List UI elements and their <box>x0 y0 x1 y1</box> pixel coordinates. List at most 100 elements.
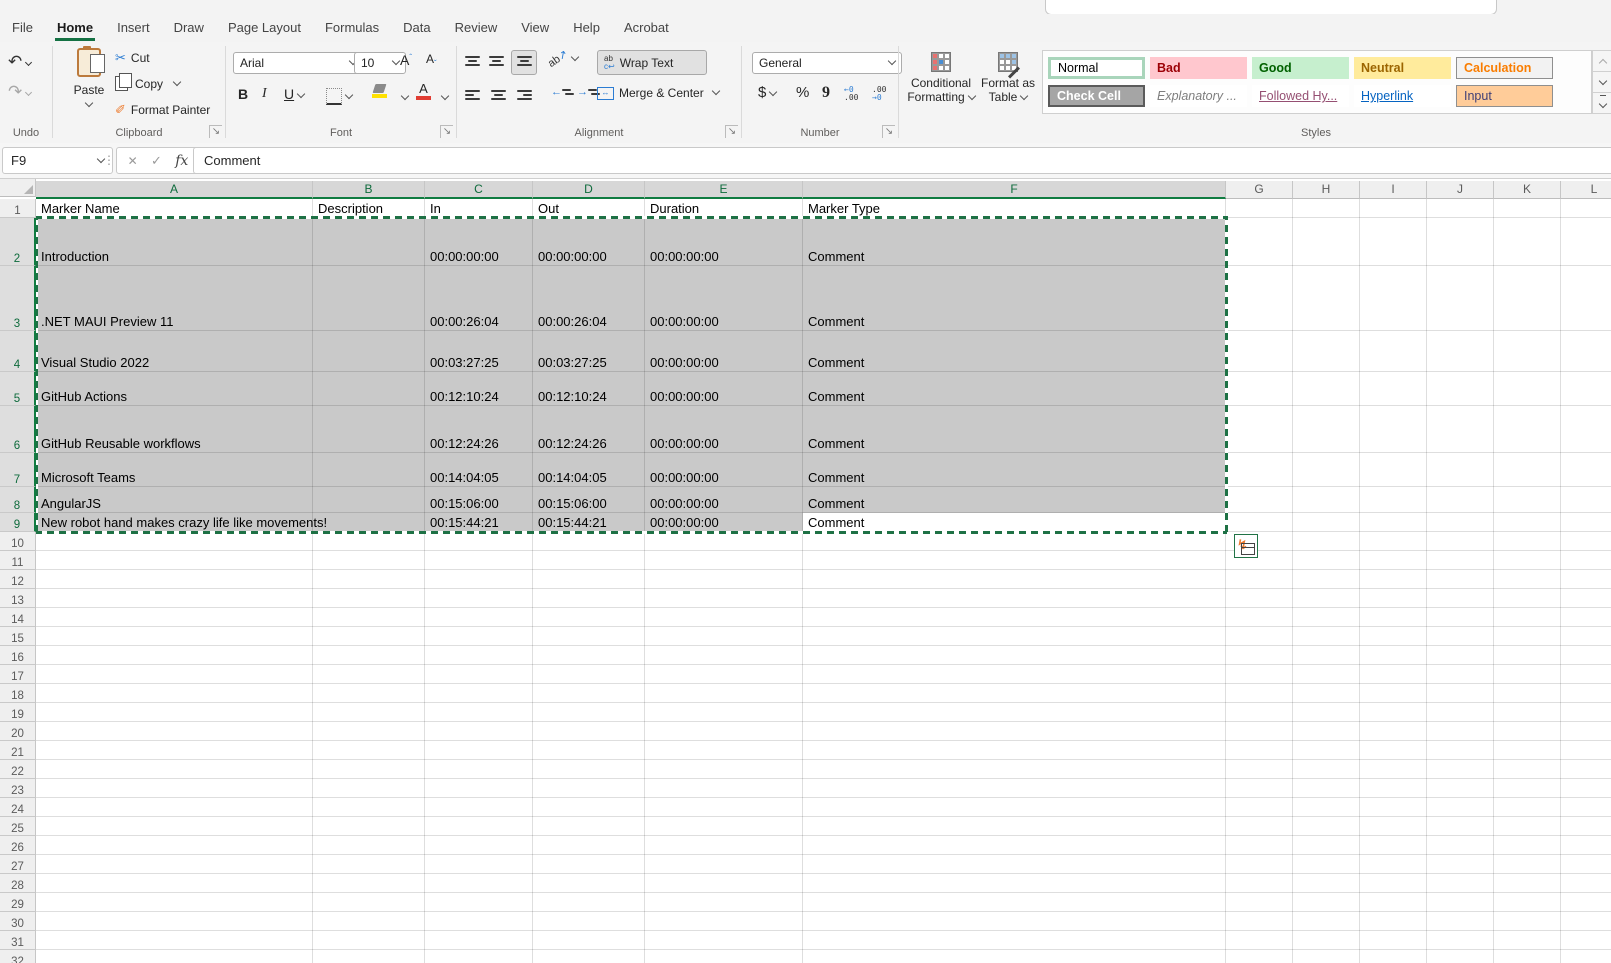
cell-D2[interactable]: 00:00:00:00 <box>534 218 645 266</box>
orientation-button[interactable]: ab↗ <box>547 52 578 65</box>
row-header-15[interactable]: 15 <box>0 627 36 646</box>
font-name-combo[interactable]: Arial <box>233 52 363 74</box>
cell-B7[interactable] <box>314 453 425 487</box>
cell-E5[interactable]: 00:00:00:00 <box>646 372 803 406</box>
font-dialog-launcher[interactable]: ↘ <box>440 125 453 138</box>
row-header-11[interactable]: 11 <box>0 551 36 570</box>
style-normal[interactable]: Normal <box>1048 57 1145 79</box>
cell-C5[interactable]: 00:12:10:24 <box>426 372 533 406</box>
column-header-H[interactable]: H <box>1293 181 1360 199</box>
cell-A4[interactable]: Visual Studio 2022 <box>37 331 313 372</box>
cell-C4[interactable]: 00:03:27:25 <box>426 331 533 372</box>
style-explanatory[interactable]: Explanatory ... <box>1150 85 1247 107</box>
cell-F6[interactable]: Comment <box>804 406 1226 453</box>
cell-B5[interactable] <box>314 372 425 406</box>
cell-C6[interactable]: 00:12:24:26 <box>426 406 533 453</box>
row-header-7[interactable]: 7 <box>0 453 36 487</box>
cell-E3[interactable]: 00:00:00:00 <box>646 266 803 331</box>
row-header-17[interactable]: 17 <box>0 665 36 684</box>
cell-E8[interactable]: 00:00:00:00 <box>646 487 803 513</box>
format-painter-button[interactable]: ✐ Format Painter <box>115 102 210 118</box>
increase-indent-button[interactable]: → <box>577 86 597 98</box>
styles-gallery-down-button[interactable] <box>1592 71 1611 93</box>
tab-acrobat[interactable]: Acrobat <box>612 15 681 41</box>
cell-A2[interactable]: Introduction <box>37 218 313 266</box>
row-header-4[interactable]: 4 <box>0 331 36 372</box>
cell-F2[interactable]: Comment <box>804 218 1226 266</box>
row-header-6[interactable]: 6 <box>0 406 36 453</box>
row-header-19[interactable]: 19 <box>0 703 36 722</box>
cell-B3[interactable] <box>314 266 425 331</box>
cell-F8[interactable]: Comment <box>804 487 1226 513</box>
alignment-dialog-launcher[interactable]: ↘ <box>725 125 738 138</box>
cell-C9[interactable]: 00:15:44:21 <box>426 513 533 532</box>
cell-E7[interactable]: 00:00:00:00 <box>646 453 803 487</box>
row-header-9[interactable]: 9 <box>0 513 36 532</box>
column-header-A[interactable]: A <box>36 181 313 199</box>
cell-C3[interactable]: 00:00:26:04 <box>426 266 533 331</box>
row-header-22[interactable]: 22 <box>0 760 36 779</box>
cell-A5[interactable]: GitHub Actions <box>37 372 313 406</box>
name-box[interactable]: F9 <box>2 147 113 174</box>
cell-A9[interactable]: New robot hand makes crazy life like mov… <box>37 513 313 532</box>
column-header-I[interactable]: I <box>1360 181 1427 199</box>
tab-home[interactable]: Home <box>45 15 105 41</box>
cell-B2[interactable] <box>314 218 425 266</box>
font-color-button[interactable]: A <box>416 82 431 100</box>
row-header-8[interactable]: 8 <box>0 487 36 513</box>
row-header-24[interactable]: 24 <box>0 798 36 817</box>
row-header-26[interactable]: 26 <box>0 836 36 855</box>
formula-input[interactable]: Comment <box>193 147 1611 174</box>
cell-D9[interactable]: 00:15:44:21 <box>534 513 645 532</box>
insert-function-button[interactable]: fx <box>175 153 188 169</box>
copy-button[interactable]: Copy <box>115 76 180 91</box>
cell-E9[interactable]: 00:00:00:00 <box>646 513 803 532</box>
font-size-combo[interactable]: 10 <box>354 52 406 74</box>
increase-decimal-button[interactable]: ←0.00 <box>844 86 858 102</box>
tab-review[interactable]: Review <box>443 15 510 41</box>
cell-B9[interactable] <box>314 513 425 532</box>
column-header-K[interactable]: K <box>1494 181 1561 199</box>
currency-button[interactable]: $ <box>758 84 776 101</box>
cut-button[interactable]: ✂ Cut <box>115 50 150 66</box>
row-header-21[interactable]: 21 <box>0 741 36 760</box>
number-dialog-launcher[interactable]: ↘ <box>882 125 895 138</box>
enter-button[interactable]: ✓ <box>151 153 162 169</box>
tab-file[interactable]: File <box>0 15 45 41</box>
row-header-20[interactable]: 20 <box>0 722 36 741</box>
align-bottom-button[interactable] <box>511 50 537 75</box>
paste-button[interactable]: Paste <box>67 48 111 111</box>
clipboard-dialog-launcher[interactable]: ↘ <box>209 125 222 138</box>
align-center-button[interactable] <box>491 88 506 103</box>
row-header-10[interactable]: 10 <box>0 532 36 551</box>
row-header-30[interactable]: 30 <box>0 912 36 931</box>
cell-D7[interactable]: 00:14:04:05 <box>534 453 645 487</box>
search-box[interactable] <box>1045 0 1497 15</box>
quick-analysis-button[interactable]: ↯ <box>1234 534 1258 558</box>
cell-D8[interactable]: 00:15:06:00 <box>534 487 645 513</box>
cell-A6[interactable]: GitHub Reusable workflows <box>37 406 313 453</box>
column-header-J[interactable]: J <box>1427 181 1494 199</box>
tab-insert[interactable]: Insert <box>105 15 162 41</box>
cell-A3[interactable]: .NET MAUI Preview 11 <box>37 266 313 331</box>
underline-button[interactable]: U <box>284 86 304 102</box>
align-right-button[interactable] <box>517 88 532 103</box>
column-header-F[interactable]: F <box>803 181 1226 199</box>
align-left-button[interactable] <box>465 88 480 103</box>
row-header-25[interactable]: 25 <box>0 817 36 836</box>
shrink-font-button[interactable]: Aˇ <box>426 52 437 66</box>
column-header-G[interactable]: G <box>1226 181 1293 199</box>
borders-button[interactable] <box>326 88 352 105</box>
number-format-combo[interactable]: General <box>752 52 902 74</box>
row-header-14[interactable]: 14 <box>0 608 36 627</box>
italic-button[interactable]: I <box>262 86 267 102</box>
column-header-L[interactable]: L <box>1561 181 1611 199</box>
row-header-23[interactable]: 23 <box>0 779 36 798</box>
cell-E2[interactable]: 00:00:00:00 <box>646 218 803 266</box>
comma-button[interactable]: 9 <box>822 84 830 102</box>
cancel-button[interactable]: ✕ <box>128 154 138 168</box>
row-header-28[interactable]: 28 <box>0 874 36 893</box>
cell-F3[interactable]: Comment <box>804 266 1226 331</box>
column-header-D[interactable]: D <box>533 181 645 199</box>
wrap-text-button[interactable]: abc↩ Wrap Text <box>597 50 707 75</box>
